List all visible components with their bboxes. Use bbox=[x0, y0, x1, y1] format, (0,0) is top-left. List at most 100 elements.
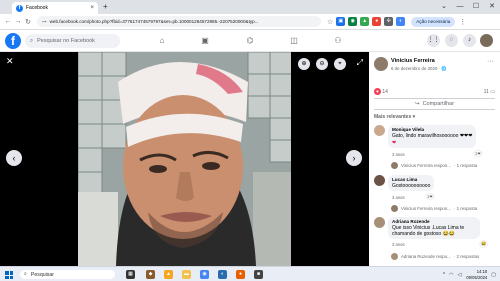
comment-author[interactable]: Adriana Rozende bbox=[392, 219, 476, 224]
share-button[interactable]: ↪ Compartilhar bbox=[374, 98, 495, 110]
reply-preview: Vinicius Ferreira respon... bbox=[401, 163, 451, 168]
taskbar-search-label: Pesquisar bbox=[30, 271, 54, 278]
video-icon[interactable]: ▣ bbox=[199, 36, 211, 46]
previous-photo-button[interactable]: ‹ bbox=[6, 150, 22, 166]
gaming-icon[interactable]: ⚇ bbox=[332, 36, 344, 46]
forward-button[interactable]: → bbox=[13, 18, 23, 25]
notifications-icon[interactable]: ♪ bbox=[463, 34, 476, 47]
comment-bubble: Adriana Rozende Que isso Vinicius .Lucas… bbox=[388, 217, 480, 239]
facebook-header: f ⌕ Pesquisar no Facebook ⌂ ▣ ⌬ ◫ ⚇ ⋮⋮ ◌… bbox=[0, 30, 500, 52]
commenter-avatar[interactable] bbox=[374, 175, 385, 186]
extension-icon[interactable]: ▲ bbox=[360, 17, 370, 26]
volume-icon[interactable]: ◁ bbox=[457, 272, 461, 278]
search-icon: ⌕ bbox=[24, 271, 27, 277]
minimize-button[interactable]: — bbox=[452, 0, 468, 14]
window-controls: ⌄ — ☐ ✕ bbox=[436, 0, 500, 14]
reply-count: · 2 respostas bbox=[453, 254, 480, 259]
photo-viewer: ✕ ‹ › ⊕ ⊖ ⌖ ⤢ bbox=[0, 52, 369, 266]
wifi-icon[interactable]: ◠ bbox=[449, 272, 453, 278]
firefox-icon[interactable]: ● bbox=[236, 270, 245, 279]
comment-author[interactable]: Monique Vilela bbox=[392, 127, 472, 132]
vlc-icon[interactable]: ▲ bbox=[164, 270, 173, 279]
puzzle-icon[interactable]: ✣ bbox=[384, 17, 394, 26]
extension-icon[interactable]: ◉ bbox=[348, 17, 358, 26]
avatar[interactable] bbox=[480, 34, 493, 47]
reply-preview: Vinicius Ferreira respon... bbox=[401, 206, 451, 211]
reply-summary[interactable]: Adriana Rozende respo... · 2 respostas bbox=[391, 253, 495, 260]
groups-icon[interactable]: ◫ bbox=[288, 36, 300, 46]
address-bar-row: ← → ↻ ⊶ web.facebook.com/photo.php?fbid=… bbox=[0, 14, 500, 30]
comments-summary[interactable]: 11 ▭ bbox=[484, 89, 495, 95]
author-avatar[interactable] bbox=[374, 57, 388, 71]
profile-icon[interactable]: ◐ bbox=[396, 17, 406, 26]
maximize-button[interactable]: ☐ bbox=[468, 0, 484, 14]
post-date[interactable]: 6 de dezembro de 2020 · 🌐 bbox=[391, 66, 447, 72]
taskbar-search[interactable]: ⌕ Pesquisar bbox=[20, 270, 115, 279]
close-icon[interactable]: ✕ bbox=[6, 56, 14, 67]
edge-icon[interactable]: ◐ bbox=[218, 270, 227, 279]
share-icon: ↪ bbox=[414, 101, 420, 107]
system-tray: ^ ◠ ◁ 14:10 09/05/2024 ▢ bbox=[439, 269, 496, 280]
reply-summary[interactable]: Vinicius Ferreira respon... · 1 resposta bbox=[391, 205, 495, 212]
reload-button[interactable]: ↻ bbox=[23, 18, 33, 26]
reply-avatar bbox=[391, 162, 398, 169]
facebook-logo[interactable]: f bbox=[5, 33, 21, 49]
search-icon: ⌕ bbox=[30, 37, 34, 44]
notification-icon[interactable]: ▢ bbox=[491, 272, 496, 278]
windows-start-icon[interactable] bbox=[5, 271, 13, 279]
file-explorer-icon[interactable]: ▬ bbox=[182, 270, 191, 279]
browser-tab[interactable]: f Facebook × bbox=[12, 2, 98, 14]
comment-reaction[interactable]: 1❤ bbox=[474, 151, 482, 156]
comment-reaction[interactable]: 1❤ bbox=[426, 194, 434, 199]
tag-icon[interactable]: ⌖ bbox=[334, 58, 346, 70]
facebook-search-input[interactable]: ⌕ Pesquisar no Facebook bbox=[25, 34, 120, 48]
chevron-up-icon[interactable]: ^ bbox=[443, 272, 445, 278]
app-icon[interactable]: ◆ bbox=[146, 270, 155, 279]
clock-date: 09/05/2024 bbox=[466, 274, 488, 280]
reactions-summary[interactable]: ♥ 14 bbox=[374, 88, 388, 95]
star-icon[interactable]: ☆ bbox=[327, 18, 333, 26]
next-photo-button[interactable]: › bbox=[346, 150, 362, 166]
browser-menu-icon[interactable]: ⋮ bbox=[459, 18, 466, 26]
tab-close-icon[interactable]: × bbox=[90, 5, 94, 11]
reply-avatar bbox=[391, 205, 398, 212]
comment-bubble: Lucas Lima Gostoooooooooo bbox=[388, 175, 435, 191]
reactions-count: 14 bbox=[382, 89, 388, 95]
url-text: web.facebook.com/photo.php?fbid=37761747… bbox=[49, 19, 259, 24]
comment: Lucas Lima Gostoooooooooo 3 anos 1❤ bbox=[374, 175, 498, 207]
url-field[interactable]: ⊶ web.facebook.com/photo.php?fbid=377617… bbox=[37, 16, 321, 27]
commenter-avatar[interactable] bbox=[374, 217, 385, 228]
comment-author[interactable]: Lucas Lima bbox=[392, 177, 430, 182]
messenger-icon[interactable]: ◌ bbox=[445, 34, 458, 47]
zoom-out-icon[interactable]: ⊖ bbox=[316, 58, 328, 70]
marketplace-icon[interactable]: ⌬ bbox=[244, 36, 256, 46]
home-icon[interactable]: ⌂ bbox=[156, 36, 168, 46]
more-options-icon[interactable]: ··· bbox=[487, 58, 494, 65]
comment-bubble: Monique Vilela Gato, lindo maravilhosooo… bbox=[388, 125, 477, 148]
facebook-favicon-icon: f bbox=[16, 4, 23, 12]
app-icon[interactable]: ■ bbox=[254, 270, 263, 279]
zoom-in-icon[interactable]: ⊕ bbox=[298, 58, 310, 70]
new-tab-button[interactable]: + bbox=[103, 2, 108, 11]
site-info-icon[interactable]: ⊶ bbox=[42, 19, 47, 25]
task-view-icon[interactable]: ▦ bbox=[126, 270, 135, 279]
comments-count: 11 bbox=[483, 88, 489, 95]
comment-sort-dropdown[interactable]: Mais relevantes ▾ bbox=[374, 114, 415, 120]
extension-icon[interactable]: ● bbox=[372, 17, 382, 26]
comment-meta: 3 anos bbox=[392, 242, 405, 247]
tab-search-icon[interactable]: ⌄ bbox=[436, 0, 452, 14]
clock[interactable]: 14:10 09/05/2024 bbox=[466, 269, 487, 280]
fullscreen-icon[interactable]: ⤢ bbox=[357, 58, 363, 68]
back-button[interactable]: ← bbox=[3, 18, 13, 25]
commenter-avatar[interactable] bbox=[374, 125, 385, 136]
comment-reaction[interactable]: 😂 bbox=[480, 241, 488, 247]
reply-summary[interactable]: Vinicius Ferreira respon... · 1 resposta bbox=[391, 162, 495, 169]
extension-icon[interactable]: ▣ bbox=[336, 17, 346, 26]
close-window-button[interactable]: ✕ bbox=[484, 0, 500, 14]
menu-grid-icon[interactable]: ⋮⋮ bbox=[427, 34, 440, 47]
comment-text: Gostoooooooooo bbox=[392, 183, 431, 189]
post-author[interactable]: Vinicius Ferreira bbox=[391, 58, 435, 64]
paused-sync-button[interactable]: Ação necessária bbox=[411, 16, 456, 27]
chrome-icon[interactable]: ◉ bbox=[200, 270, 209, 279]
comment-text: Que isso Vinicius .Lucas Lima te chamand… bbox=[392, 225, 465, 237]
